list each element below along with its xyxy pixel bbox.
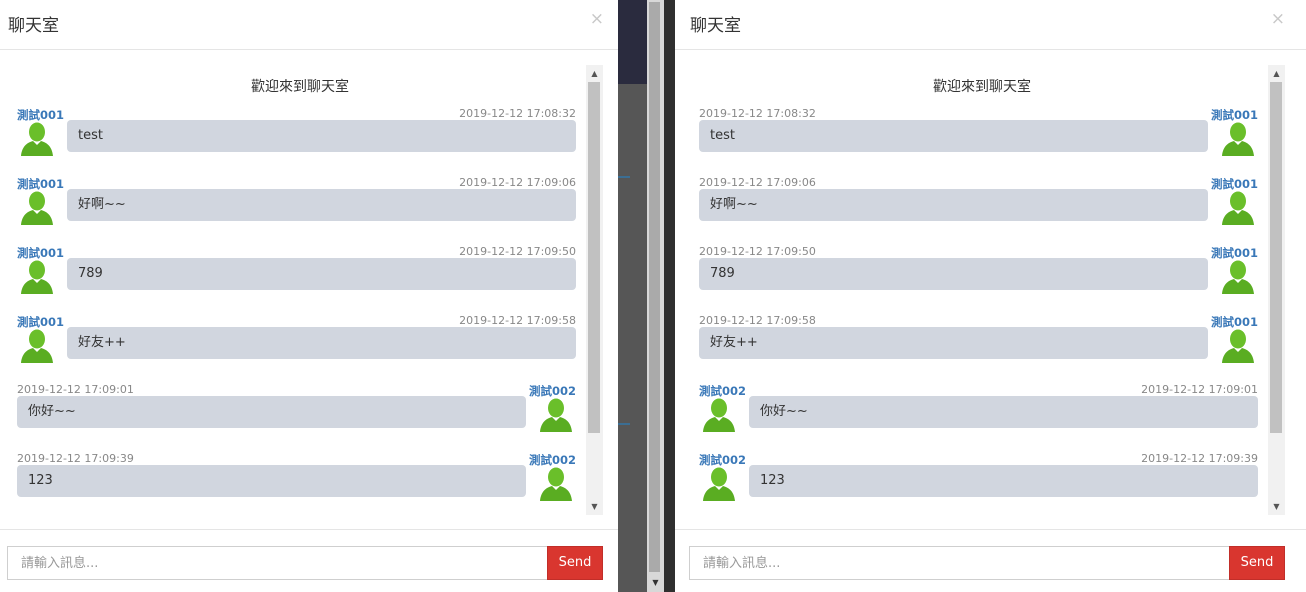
chat-message: 2019-12-12 17:09:39 測試002 123: [17, 452, 576, 514]
modal-footer: Send: [0, 529, 618, 592]
message-input[interactable]: [7, 546, 548, 580]
chat-message: 2019-12-12 17:09:06 測試001 好啊~~: [699, 176, 1258, 238]
chat-modal-left: 聊天室 × 歡迎來到聊天室 測試001 2019-12-12 17:08:32 …: [0, 0, 618, 592]
message-bubble: 789: [699, 258, 1208, 290]
user-avatar-icon: [1220, 190, 1256, 226]
send-button[interactable]: Send: [1229, 546, 1285, 580]
chat-message: 測試002 2019-12-12 17:09:39 123: [699, 452, 1258, 514]
page-scrollbar-thumb[interactable]: [649, 2, 660, 572]
message-bubble: test: [67, 120, 576, 152]
page-backdrop: ▼: [618, 0, 675, 592]
user-avatar-icon: [19, 190, 55, 226]
message-input[interactable]: [689, 546, 1230, 580]
scrollbar-thumb[interactable]: [588, 82, 600, 433]
scrollbar-thumb[interactable]: [1270, 82, 1282, 433]
message-timestamp: 2019-12-12 17:09:01: [1141, 383, 1258, 396]
background-divider: [618, 176, 630, 178]
user-avatar-icon: [701, 397, 737, 433]
chat-message: 2019-12-12 17:08:32 測試001 test: [699, 107, 1258, 169]
chat-message: 2019-12-12 17:09:01 測試002 你好~~: [17, 383, 576, 445]
chat-message: 測試001 2019-12-12 17:08:32 test: [17, 107, 576, 169]
message-bubble: 好友++: [67, 327, 576, 359]
user-avatar-icon: [19, 328, 55, 364]
message-bubble: 123: [17, 465, 526, 497]
message-scrollbar[interactable]: ▲ ▼: [586, 65, 603, 515]
chat-message: 2019-12-12 17:09:50 測試001 789: [699, 245, 1258, 307]
user-avatar-icon: [1220, 328, 1256, 364]
user-avatar-icon: [538, 397, 574, 433]
message-timestamp: 2019-12-12 17:09:01: [17, 383, 134, 396]
message-bubble: 好啊~~: [67, 189, 576, 221]
message-timestamp: 2019-12-12 17:09:50: [699, 245, 816, 258]
message-timestamp: 2019-12-12 17:09:50: [459, 245, 576, 258]
message-timestamp: 2019-12-12 17:08:32: [459, 107, 576, 120]
message-timestamp: 2019-12-12 17:09:58: [459, 314, 576, 327]
user-avatar-icon: [19, 121, 55, 157]
message-bubble: 你好~~: [749, 396, 1258, 428]
message-scrollbar[interactable]: ▲ ▼: [1268, 65, 1285, 515]
chat-message: 2019-12-12 17:09:58 測試001 好友++: [699, 314, 1258, 376]
chat-message-area[interactable]: 歡迎來到聊天室 2019-12-12 17:08:32 測試001 test 2…: [696, 65, 1285, 515]
message-bubble: test: [699, 120, 1208, 152]
chat-message: 測試001 2019-12-12 17:09:58 好友++: [17, 314, 576, 376]
message-bubble: 123: [749, 465, 1258, 497]
triangle-up-icon[interactable]: ▲: [1268, 65, 1285, 82]
message-bubble: 好啊~~: [699, 189, 1208, 221]
welcome-message: 歡迎來到聊天室: [933, 79, 1031, 95]
message-timestamp: 2019-12-12 17:09:58: [699, 314, 816, 327]
message-timestamp: 2019-12-12 17:09:06: [699, 176, 816, 189]
welcome-message: 歡迎來到聊天室: [251, 79, 349, 95]
message-timestamp: 2019-12-12 17:08:32: [699, 107, 816, 120]
chat-message: 測試001 2019-12-12 17:09:50 789: [17, 245, 576, 307]
message-bubble: 好友++: [699, 327, 1208, 359]
user-avatar-icon: [19, 259, 55, 295]
modal-footer: Send: [675, 529, 1306, 592]
user-avatar-icon: [1220, 121, 1256, 157]
close-icon[interactable]: ×: [590, 9, 604, 29]
user-avatar-icon: [701, 466, 737, 502]
triangle-down-icon[interactable]: ▼: [586, 498, 603, 515]
chat-message: 測試002 2019-12-12 17:09:01 你好~~: [699, 383, 1258, 445]
background-edge: [664, 0, 675, 592]
message-timestamp: 2019-12-12 17:09:39: [1141, 452, 1258, 465]
message-timestamp: 2019-12-12 17:09:06: [459, 176, 576, 189]
modal-title: 聊天室: [690, 16, 741, 36]
modal-header: 聊天室 ×: [0, 0, 618, 50]
message-timestamp: 2019-12-12 17:09:39: [17, 452, 134, 465]
modal-title: 聊天室: [8, 16, 59, 36]
triangle-down-icon[interactable]: ▼: [647, 578, 664, 592]
message-bubble: 789: [67, 258, 576, 290]
modal-header: 聊天室 ×: [675, 0, 1306, 50]
send-button[interactable]: Send: [547, 546, 603, 580]
chat-message-area[interactable]: 歡迎來到聊天室 測試001 2019-12-12 17:08:32 test 測…: [14, 65, 603, 515]
chat-message: 測試001 2019-12-12 17:09:06 好啊~~: [17, 176, 576, 238]
close-icon[interactable]: ×: [1271, 9, 1285, 29]
message-bubble: 你好~~: [17, 396, 526, 428]
triangle-down-icon[interactable]: ▼: [1268, 498, 1285, 515]
background-divider: [618, 423, 630, 425]
user-avatar-icon: [538, 466, 574, 502]
triangle-up-icon[interactable]: ▲: [586, 65, 603, 82]
user-avatar-icon: [1220, 259, 1256, 295]
chat-modal-right: 聊天室 × 歡迎來到聊天室 2019-12-12 17:08:32 測試001 …: [675, 0, 1306, 592]
